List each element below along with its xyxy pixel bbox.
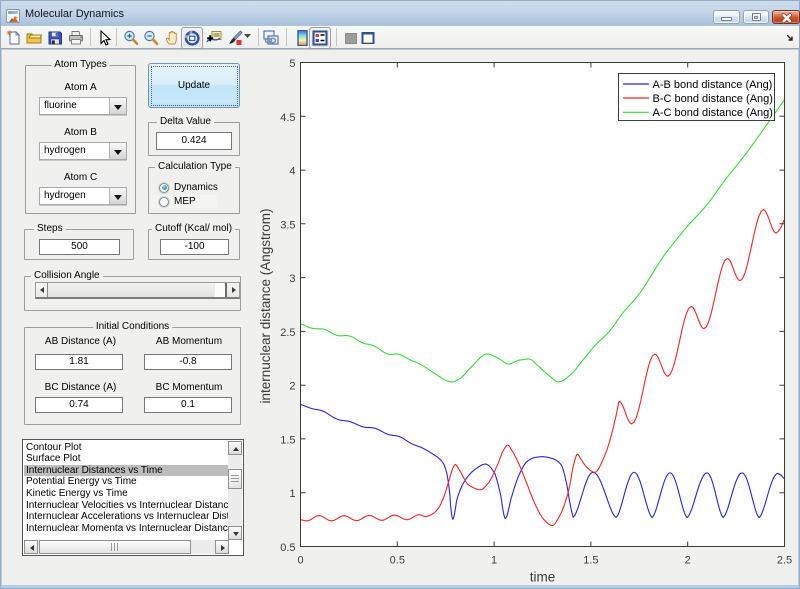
svg-text:2.5: 2.5 (777, 555, 792, 567)
svg-text:4.5: 4.5 (280, 112, 295, 124)
svg-text:1.5: 1.5 (583, 555, 598, 567)
svg-text:1.5: 1.5 (280, 434, 295, 446)
svg-text:internuclear distance (Angstro: internuclear distance (Angstrom) (258, 208, 273, 403)
svg-text:2.5: 2.5 (280, 327, 295, 339)
svg-text:A-C bond distance (Ang): A-C bond distance (Ang) (653, 107, 773, 119)
svg-text:3: 3 (289, 273, 295, 285)
svg-text:3.5: 3.5 (280, 219, 295, 231)
svg-text:5: 5 (289, 58, 295, 70)
svg-text:0: 0 (297, 555, 303, 567)
svg-text:2: 2 (289, 381, 295, 393)
svg-text:time: time (530, 570, 556, 585)
svg-text:0.5: 0.5 (280, 542, 295, 554)
svg-text:0.5: 0.5 (390, 555, 405, 567)
svg-text:4: 4 (289, 166, 295, 178)
svg-text:1: 1 (491, 555, 497, 567)
svg-text:2: 2 (685, 555, 691, 567)
svg-text:A-B bond distance (Ang): A-B bond distance (Ang) (653, 79, 773, 91)
svg-text:1: 1 (289, 488, 295, 500)
svg-text:B-C bond distance (Ang): B-C bond distance (Ang) (653, 93, 773, 105)
